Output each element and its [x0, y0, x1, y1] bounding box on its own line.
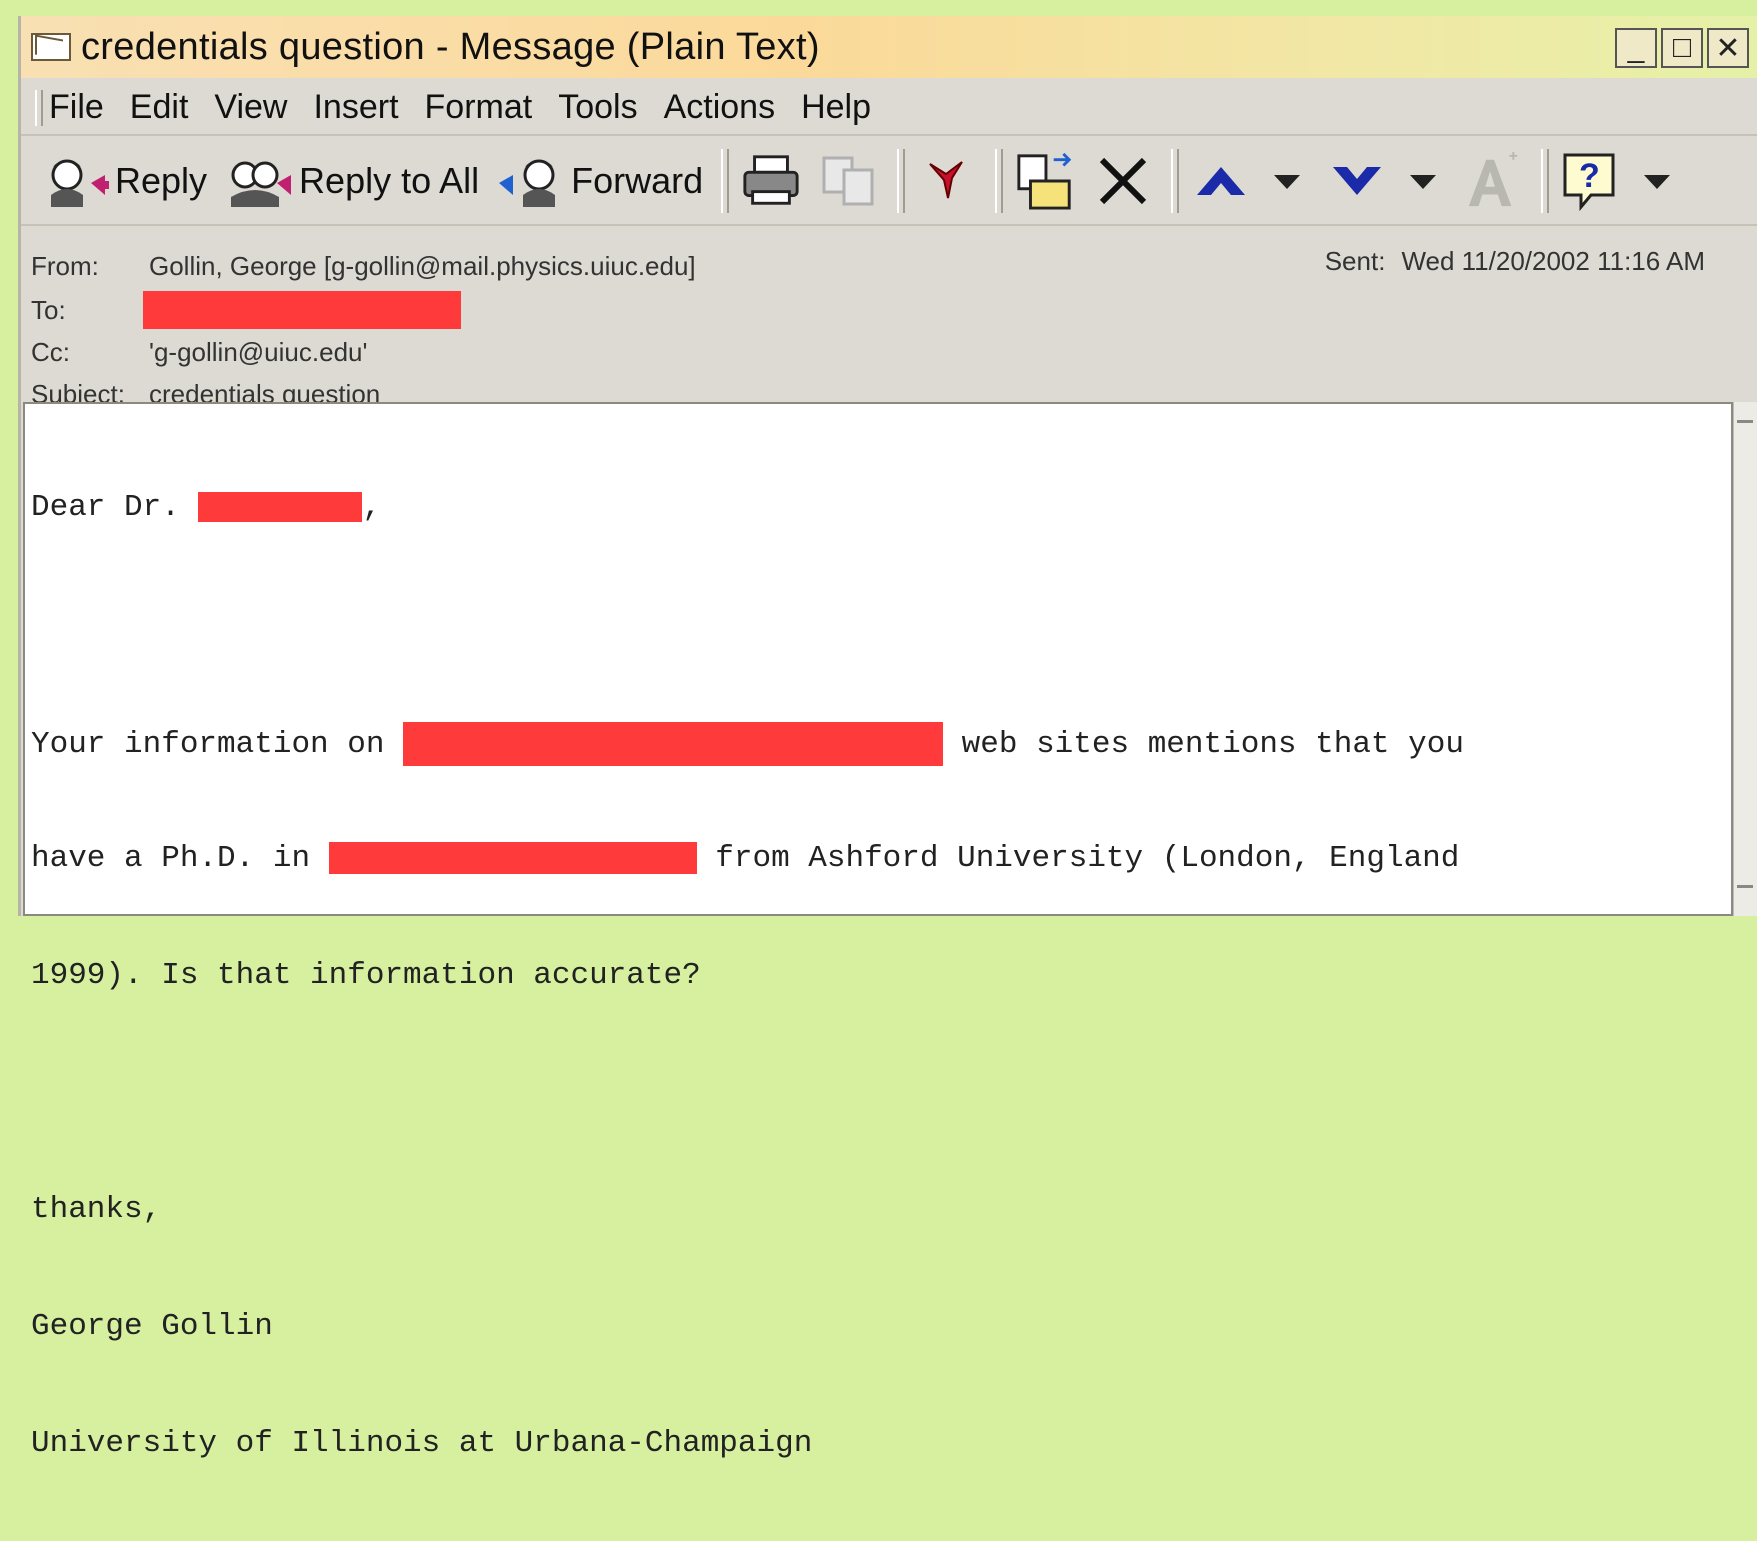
help-dropdown[interactable] — [1639, 151, 1675, 211]
cc-value[interactable]: 'g-gollin@uiuc.edu' — [149, 337, 367, 368]
reply-button[interactable]: Reply — [41, 153, 207, 209]
from-label: From: — [31, 250, 99, 281]
chevron-down-icon — [1410, 175, 1437, 189]
message-body[interactable]: Dear Dr. , Your information on web sites… — [23, 402, 1733, 1461]
cc-row: Cc: 'g-gollin@uiuc.edu' — [31, 332, 367, 372]
scroll-down-arrow[interactable] — [1737, 885, 1753, 902]
print-icon — [743, 155, 799, 205]
reply-icon — [51, 159, 109, 207]
menu-edit[interactable]: Edit — [130, 88, 189, 127]
redacted-recipient — [143, 291, 461, 329]
next-item-dropdown[interactable] — [1405, 151, 1441, 211]
help-button[interactable]: ? — [1561, 151, 1621, 211]
font-size-icon — [1468, 151, 1518, 207]
scroll-up-arrow[interactable] — [1737, 406, 1753, 423]
font-size-button — [1463, 151, 1523, 211]
body-line: University of Illinois at Urbana-Champai… — [31, 1426, 813, 1461]
title-bar[interactable]: credentials question - Message (Plain Te… — [21, 16, 1757, 78]
menu-format[interactable]: Format — [425, 88, 533, 127]
window-controls: _ □ ✕ — [1615, 28, 1749, 68]
print-button[interactable] — [741, 151, 801, 211]
reply-to-all-icon — [231, 161, 292, 207]
menu-insert[interactable]: Insert — [313, 88, 398, 127]
minimize-button[interactable]: _ — [1615, 28, 1657, 68]
next-item-button[interactable] — [1327, 151, 1387, 211]
flag-button[interactable] — [917, 151, 977, 211]
delete-button[interactable] — [1093, 151, 1153, 211]
toolbar-separator — [995, 149, 1004, 213]
reply-to-all-button[interactable]: Reply to All — [225, 153, 479, 209]
move-to-folder-button[interactable] — [1015, 151, 1075, 211]
body-line: have a Ph.D. in from Ashford University … — [31, 839, 1731, 878]
redacted-organization — [403, 722, 944, 766]
body-line: 1999). Is that information accurate? — [31, 958, 701, 993]
chevron-down-icon — [1274, 175, 1301, 189]
greeting-comma: , — [362, 490, 382, 525]
toolbar: Reply Reply to All Forward ? — [21, 138, 1757, 226]
menu-actions[interactable]: Actions — [664, 88, 776, 127]
message-header: From: Gollin, George [g-gollin@mail.phys… — [21, 228, 1757, 409]
copy-button — [819, 151, 879, 211]
sent-row: Sent: Wed 11/20/2002 11:16 AM — [1309, 246, 1705, 277]
body-text: from Ashford University (London, England — [696, 841, 1460, 876]
reply-label: Reply — [115, 160, 208, 201]
body-line — [31, 1073, 1731, 1112]
close-button[interactable]: ✕ — [1707, 28, 1749, 68]
body-line — [31, 605, 1731, 644]
from-row: From: Gollin, George [g-gollin@mail.phys… — [31, 246, 696, 286]
menu-view[interactable]: View — [214, 88, 287, 127]
previous-item-dropdown[interactable] — [1269, 151, 1305, 211]
menu-help[interactable]: Help — [801, 88, 871, 127]
cc-label: Cc: — [31, 336, 70, 367]
toolbar-separator — [721, 149, 730, 213]
forward-icon — [499, 159, 556, 207]
help-icon: ? — [1563, 153, 1615, 211]
svg-text:?: ? — [1579, 157, 1600, 195]
vertical-scrollbar[interactable] — [1733, 402, 1757, 916]
copy-icon — [822, 156, 874, 206]
body-line: Your information on web sites mentions t… — [31, 722, 1731, 766]
previous-item-button[interactable] — [1191, 151, 1251, 211]
delete-icon — [1100, 157, 1147, 205]
menu-file[interactable]: File — [49, 88, 104, 127]
greeting-text: Dear Dr. — [31, 490, 199, 525]
toolbar-separator — [1541, 149, 1550, 213]
toolbar-separator — [1171, 149, 1180, 213]
window-title: credentials question - Message (Plain Te… — [81, 25, 820, 68]
next-item-icon — [1333, 167, 1382, 195]
reply-to-all-label: Reply to All — [299, 160, 480, 201]
move-to-folder-icon — [1017, 152, 1072, 210]
chevron-down-icon — [1644, 175, 1671, 189]
menu-bar: File Edit View Insert Format Tools Actio… — [21, 80, 1757, 136]
body-line: Dear Dr. , — [31, 488, 1731, 527]
previous-item-icon — [1197, 167, 1246, 195]
from-value[interactable]: Gollin, George [g-gollin@mail.physics.ui… — [149, 251, 696, 282]
maximize-button[interactable]: □ — [1661, 28, 1703, 68]
body-line: thanks, — [31, 1192, 162, 1227]
to-label: To: — [31, 294, 66, 325]
forward-button[interactable]: Forward — [497, 153, 703, 209]
message-window: credentials question - Message (Plain Te… — [18, 16, 1757, 1461]
toolbar-separator — [897, 149, 906, 213]
flag-icon — [929, 161, 964, 199]
body-line: George Gollin — [31, 1309, 273, 1344]
redacted-name — [198, 491, 363, 522]
body-text: Your information on — [31, 727, 404, 763]
forward-label: Forward — [571, 160, 704, 201]
redacted-field — [328, 841, 697, 874]
menu-tools[interactable]: Tools — [558, 88, 637, 127]
body-text: have a Ph.D. in — [31, 841, 329, 876]
sent-value: Wed 11/20/2002 11:16 AM — [1401, 246, 1705, 276]
to-row: To: — [31, 290, 461, 330]
body-text: web sites mentions that you — [943, 727, 1464, 763]
message-icon — [31, 33, 71, 61]
sent-label: Sent: — [1324, 246, 1386, 276]
